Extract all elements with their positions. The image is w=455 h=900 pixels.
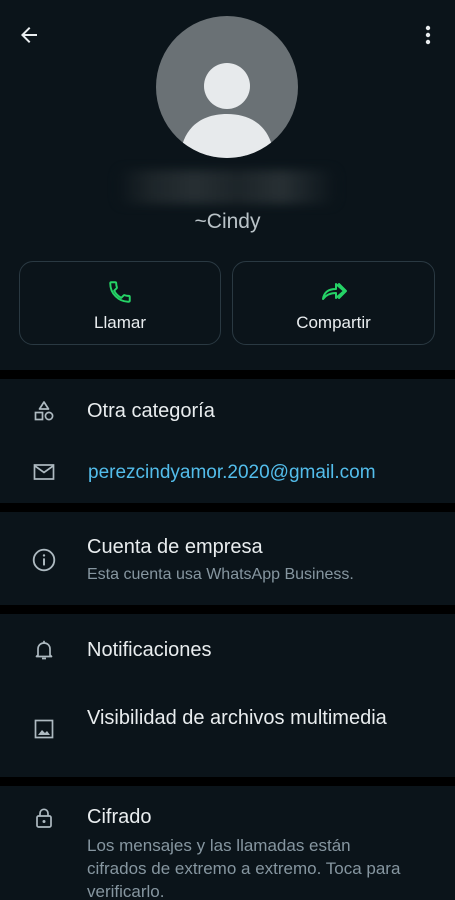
avatar[interactable] — [156, 16, 298, 158]
back-button[interactable] — [14, 20, 44, 50]
section-divider — [0, 503, 455, 512]
share-button[interactable]: Compartir — [232, 261, 435, 345]
media-visibility-row[interactable]: Visibilidad de archivos multimedia — [0, 687, 455, 777]
default-person-icon — [180, 63, 274, 158]
call-button-label: Llamar — [94, 313, 146, 332]
lock-icon — [36, 808, 52, 828]
info-icon — [32, 548, 56, 572]
contact-subname: ~Cindy — [194, 210, 261, 233]
mail-icon — [33, 464, 55, 480]
contact-name-redacted — [118, 170, 336, 204]
encryption-subtitle: Los mensajes y las llamadas están cifrad… — [87, 836, 401, 900]
media-visibility-label: Visibilidad de archivos multimedia — [87, 707, 387, 729]
business-account-subtitle: Esta cuenta usa WhatsApp Business. — [87, 566, 354, 583]
contact-header: ~Cindy Llamar Compartir — [0, 0, 455, 370]
category-row[interactable]: Otra categoría — [0, 380, 455, 442]
encryption-row[interactable]: Cifrado Los mensajes y las llamadas está… — [0, 787, 455, 900]
shapes-icon — [34, 401, 54, 421]
arrow-left-icon — [21, 27, 37, 43]
section-divider — [0, 777, 455, 786]
encryption-title: Cifrado — [87, 806, 152, 828]
share-button-label: Compartir — [296, 313, 371, 332]
business-account-row[interactable]: Cuenta de empresa Esta cuenta usa WhatsA… — [0, 513, 455, 605]
section-divider — [0, 370, 455, 379]
section-divider — [0, 605, 455, 614]
more-vertical-icon — [425, 25, 431, 45]
more-options-button[interactable] — [413, 20, 443, 50]
phone-icon — [109, 281, 131, 303]
notifications-row[interactable]: Notificaciones — [0, 615, 455, 687]
notifications-label: Notificaciones — [87, 639, 212, 661]
contact-info-screen: ~Cindy Llamar Compartir Otra categoría p… — [0, 0, 455, 900]
category-label: Otra categoría — [87, 400, 215, 422]
call-button[interactable]: Llamar — [19, 261, 221, 345]
image-icon — [34, 719, 54, 739]
bell-icon — [35, 640, 53, 660]
email-link[interactable]: perezcindyamor.2020@gmail.com — [88, 462, 376, 484]
email-row[interactable]: perezcindyamor.2020@gmail.com — [0, 442, 455, 502]
business-account-title: Cuenta de empresa — [87, 536, 263, 558]
share-forward-icon — [321, 283, 347, 300]
